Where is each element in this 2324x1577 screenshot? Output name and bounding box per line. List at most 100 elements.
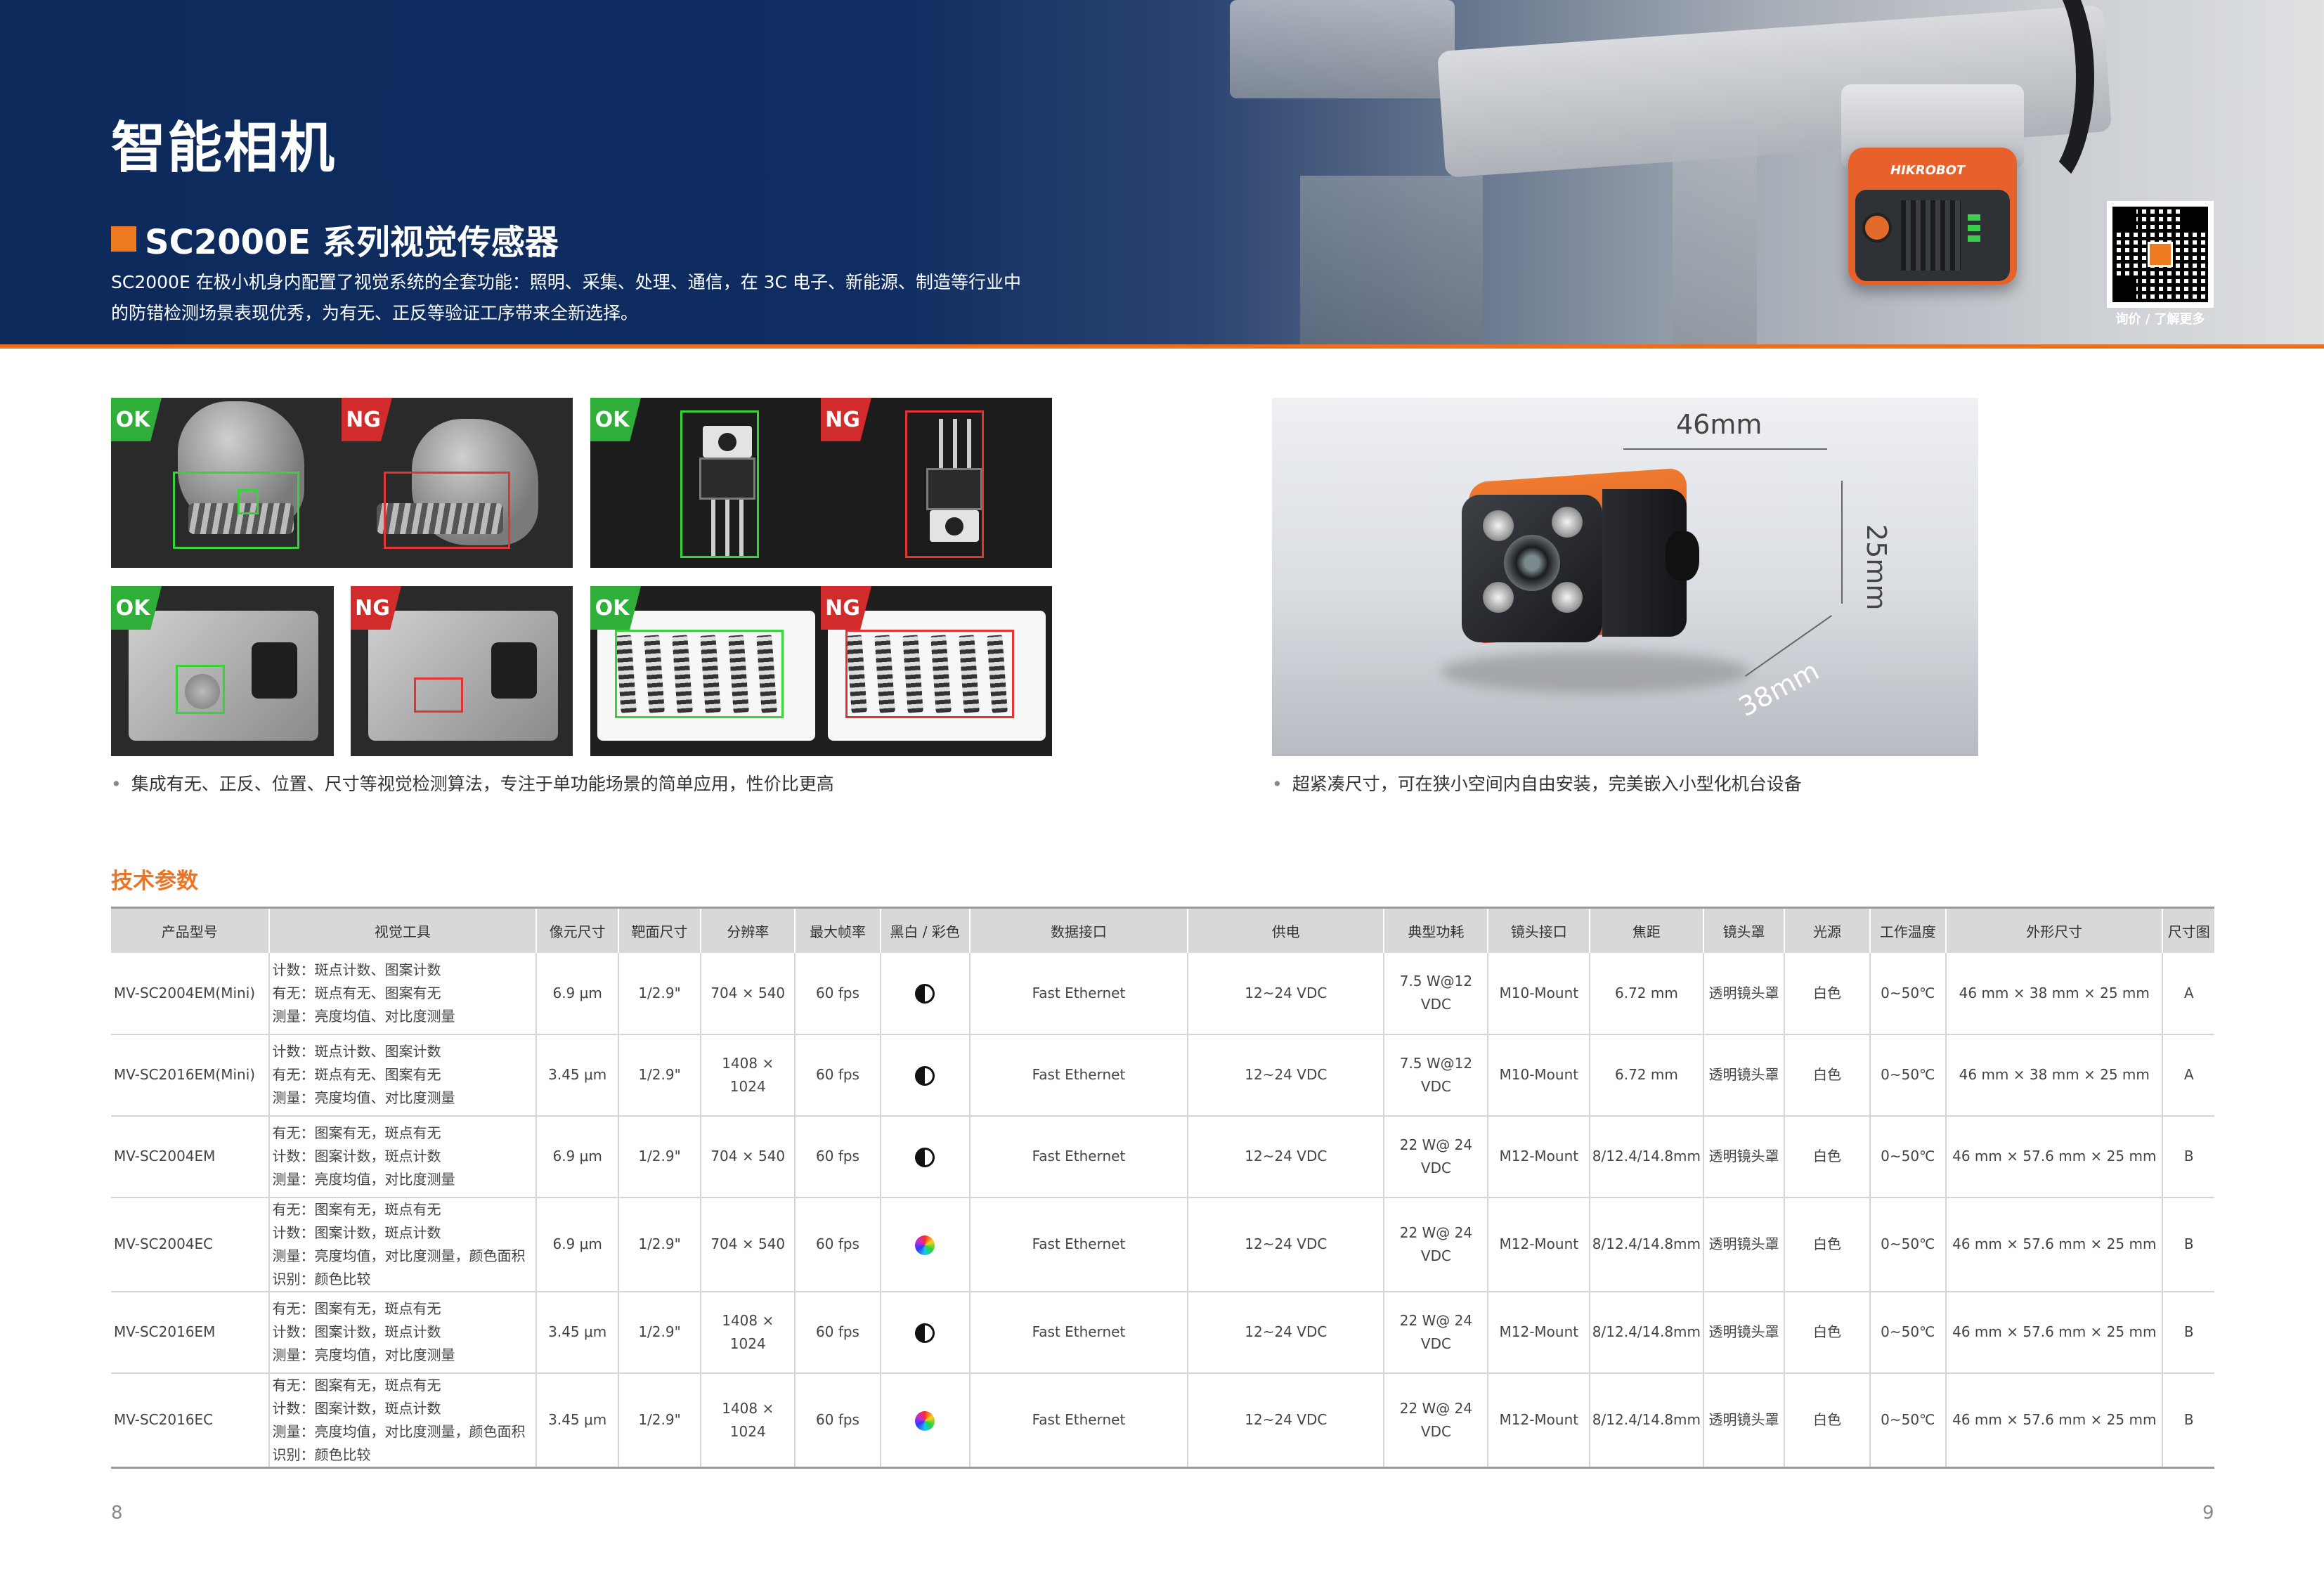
cell-power: 12~24 VDC: [1188, 1291, 1385, 1374]
tool-line: 有无：图案有无，斑点有无: [272, 1200, 441, 1218]
cell-color: [880, 1197, 971, 1292]
color-sensor-icon: [915, 1235, 935, 1255]
page-number-left: 8: [111, 1503, 123, 1524]
column-header: 外形尺寸: [1946, 907, 2164, 953]
cell-resolution: 1408 × 1024: [701, 1291, 796, 1374]
sample-ok-panel: OK: [111, 586, 334, 756]
qr-logo-icon: [2148, 242, 2173, 267]
sample-image-plate-ok: OK NG: [111, 586, 573, 756]
cell-pixel: 6.9 μm: [536, 952, 620, 1035]
height-dimension-line: [1841, 481, 1843, 604]
camera-button-image: [1862, 213, 1892, 242]
tool-line: 有无：斑点有无、图案有无: [272, 984, 441, 1001]
sample-ng-panel: NG: [351, 586, 573, 756]
cell-tools: 有无：图案有无，斑点有无 计数：图案计数，斑点计数 测量：亮度均值，对比度测量，颜色…: [268, 1372, 538, 1469]
sample-ok-panel: OK: [590, 586, 821, 756]
cell-consumption: 22 W@ 24 VDC: [1384, 1115, 1489, 1198]
qr-caption: 询价 / 了解更多: [2115, 312, 2205, 327]
page-title: 智能相机: [111, 117, 337, 180]
ok-badge: OK: [590, 398, 641, 441]
cell-temp: 0~50℃: [1869, 1197, 1947, 1292]
machine-arm-image: [1300, 176, 1483, 348]
cell-color: [880, 1034, 971, 1117]
tool-line: 计数：图案计数，斑点计数: [272, 1323, 441, 1340]
cell-dims: 46 mm × 38 mm × 25 mm: [1946, 952, 2164, 1035]
tool-line: 测量：亮度均值，对比度测量: [272, 1171, 455, 1188]
product-photo-caption: • 超紧凑尺寸，可在狭小空间内自由安装，完美嵌入小型化机台设备: [1272, 770, 1802, 796]
table-row: MV-SC2004EM(Mini) 计数：斑点计数、图案计数 有无：斑点有无、图案有…: [111, 952, 2214, 1035]
cell-mount: M12-Mount: [1488, 1372, 1591, 1469]
bullet-icon: •: [111, 774, 122, 794]
tool-line: 识别：颜色比较: [272, 1270, 371, 1287]
tool-line: 计数：图案计数，斑点计数: [272, 1148, 441, 1164]
table-body: MV-SC2004EM(Mini) 计数：斑点计数、图案计数 有无：斑点有无、图案有…: [111, 952, 2214, 1469]
cell-model: MV-SC2016EM: [111, 1291, 270, 1374]
intro-text: SC2000E 在极小机身内配置了视觉系统的全套功能：照明、采集、处理、通信，在…: [111, 267, 1095, 329]
tool-line: 计数：斑点计数、图案计数: [272, 961, 441, 978]
cell-resolution: 1408 × 1024: [701, 1034, 796, 1117]
ok-badge: OK: [111, 398, 162, 441]
cell-pixel: 6.9 μm: [536, 1197, 620, 1292]
cell-cover: 透明镜头罩: [1703, 1197, 1786, 1292]
column-header: 像元尺寸: [536, 907, 620, 953]
tool-line: 有无：图案有无，斑点有无: [272, 1124, 441, 1141]
width-dimension-line: [1623, 448, 1827, 450]
cell-fps: 60 fps: [795, 1291, 881, 1374]
cell-consumption: 7.5 W@12 VDC: [1384, 952, 1489, 1035]
table-row: MV-SC2016EC 有无：图案有无，斑点有无 计数：图案计数，斑点计数 测量：亮度…: [111, 1372, 2214, 1469]
cell-cover: 透明镜头罩: [1703, 1372, 1786, 1469]
header-banner: HIKROBOT 智能相机 SC2000E 系列视觉传感器 SC2000E 在极…: [0, 0, 2324, 348]
table-row: MV-SC2016EM 有无：图案有无，斑点有无 计数：图案计数，斑点计数 测量：亮度…: [111, 1291, 2214, 1374]
column-header: 工作温度: [1869, 907, 1947, 953]
column-header: 靶面尺寸: [618, 907, 701, 953]
cell-sensor: 1/2.9": [618, 1115, 701, 1198]
cell-resolution: 704 × 540: [701, 1115, 796, 1198]
column-header: 尺寸图: [2162, 907, 2214, 953]
cell-drawing: B: [2162, 1291, 2214, 1374]
cell-interface: Fast Ethernet: [969, 1034, 1189, 1117]
machine-arm-image: [1230, 0, 1455, 98]
cell-model: MV-SC2004EC: [111, 1197, 270, 1292]
cell-dims: 46 mm × 38 mm × 25 mm: [1946, 1034, 2164, 1117]
cell-dims: 46 mm × 57.6 mm × 25 mm: [1946, 1291, 2164, 1374]
cell-model: MV-SC2016EC: [111, 1372, 270, 1469]
camera-lens: [1504, 535, 1560, 591]
cell-model: MV-SC2004EM: [111, 1115, 270, 1198]
cell-consumption: 22 W@ 24 VDC: [1384, 1372, 1489, 1469]
table-row: MV-SC2004EC 有无：图案有无，斑点有无 计数：图案计数，斑点计数 测量：亮度…: [111, 1197, 2214, 1292]
camera-grill-image: [1901, 200, 1961, 271]
column-header: 黑白 / 彩色: [880, 907, 971, 953]
tool-line: 测量：亮度均值、对比度测量: [272, 1089, 455, 1106]
mono-sensor-icon: [915, 1065, 935, 1086]
table-header-row: 产品型号 视觉工具 像元尺寸 靶面尺寸 分辨率 最大帧率 黑白 / 彩色 数据接口 供电 典型功耗…: [111, 907, 2214, 953]
cell-mount: M12-Mount: [1488, 1291, 1591, 1374]
cell-temp: 0~50℃: [1869, 1034, 1947, 1117]
cell-model: MV-SC2016EM(Mini): [111, 1034, 270, 1117]
cell-drawing: B: [2162, 1115, 2214, 1198]
ng-badge: NG: [821, 398, 871, 441]
cell-pixel: 3.45 μm: [536, 1291, 620, 1374]
cell-sensor: 1/2.9": [618, 1034, 701, 1117]
spec-heading: 技术参数: [111, 869, 198, 894]
series-title: SC2000E 系列视觉传感器: [111, 214, 559, 264]
cell-focal: 6.72 mm: [1590, 952, 1704, 1035]
series-title-text: SC2000E 系列视觉传感器: [145, 223, 559, 262]
cell-light: 白色: [1784, 1372, 1871, 1469]
camera-leds-image: [1968, 214, 1986, 257]
sample-image-transistor: OK NG: [590, 398, 1052, 568]
cell-interface: Fast Ethernet: [969, 1372, 1189, 1469]
cell-fps: 60 fps: [795, 1034, 881, 1117]
cell-mount: M12-Mount: [1488, 1197, 1591, 1292]
cell-dims: 46 mm × 57.6 mm × 25 mm: [1946, 1115, 2164, 1198]
cell-power: 12~24 VDC: [1188, 1115, 1385, 1198]
cell-tools: 计数：斑点计数、图案计数 有无：斑点有无、图案有无 测量：亮度均值、对比度测量: [268, 952, 538, 1035]
column-header: 供电: [1188, 907, 1385, 953]
cell-fps: 60 fps: [795, 1197, 881, 1292]
column-header: 分辨率: [701, 907, 796, 953]
qr-code[interactable]: [2107, 201, 2214, 308]
cell-interface: Fast Ethernet: [969, 1197, 1189, 1292]
tool-line: 测量：亮度均值、对比度测量: [272, 1007, 455, 1025]
tool-line: 有无：图案有无，斑点有无: [272, 1300, 441, 1317]
mono-sensor-icon: [915, 1147, 935, 1167]
orange-square-icon: [111, 226, 136, 252]
